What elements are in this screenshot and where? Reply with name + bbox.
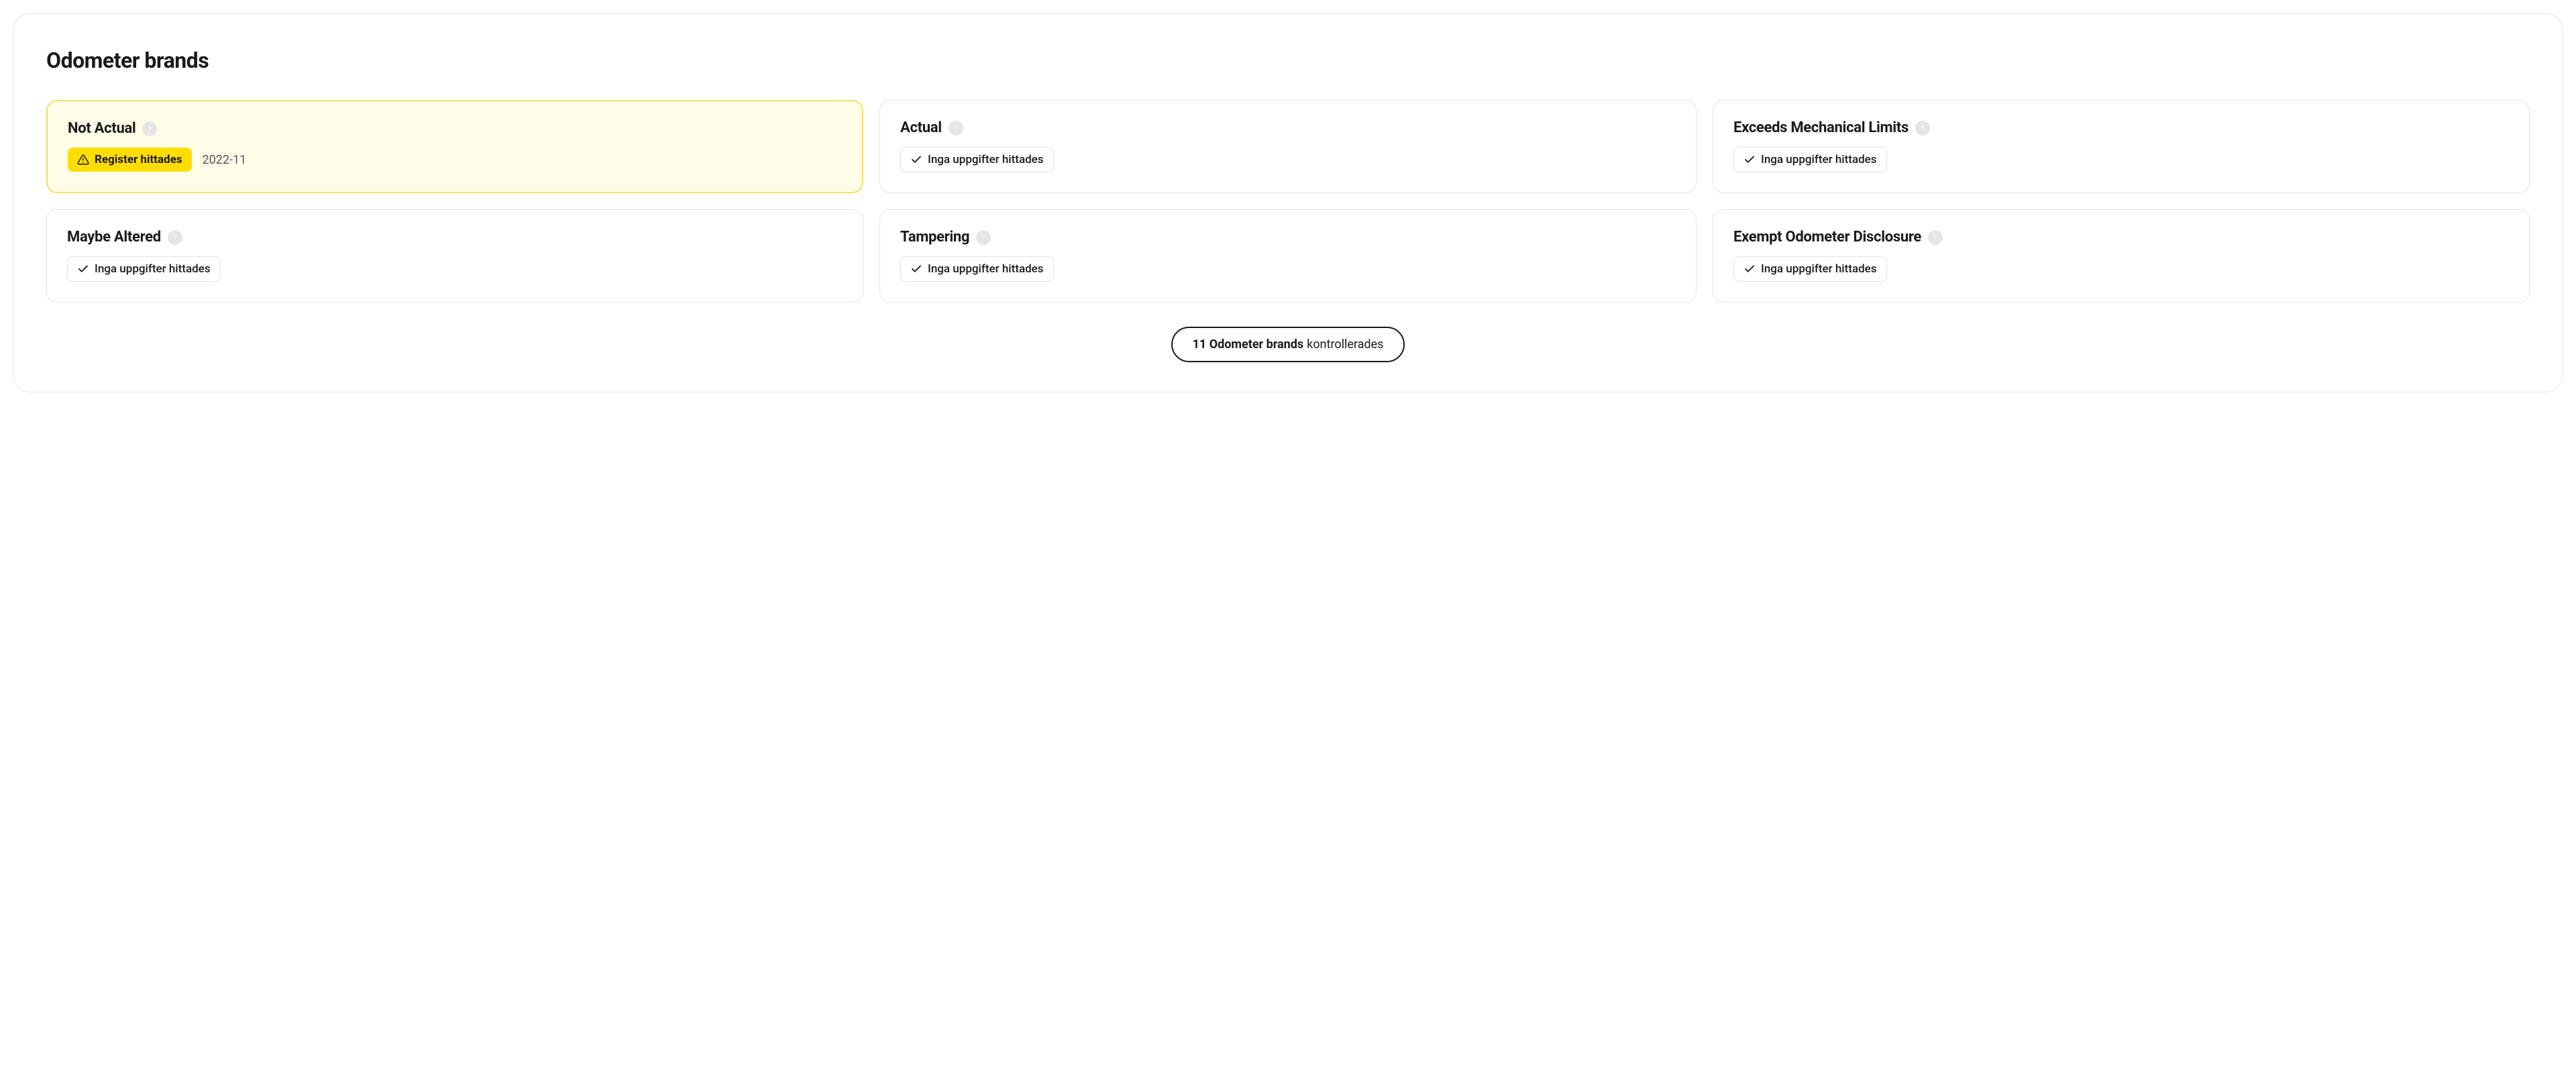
status-badge-warning: Register hittades [68,148,192,172]
card-title: Tampering [900,229,969,246]
card-title-row: Actual [900,119,1676,136]
help-icon[interactable] [168,230,182,245]
brand-card: Tampering Inga uppgifter hittades [879,209,1697,303]
check-icon [910,154,922,166]
odometer-brands-panel: Odometer brands Not Actual Register hitta… [13,13,2563,392]
status-row: Inga uppgifter hittades [900,256,1676,282]
card-title: Exceeds Mechanical Limits [1733,119,1909,136]
badge-text: Inga uppgifter hittades [928,153,1044,166]
section-title: Odometer brands [46,48,2530,73]
summary-pill[interactable]: 11 Odometer brands kontrollerades [1171,327,1405,362]
summary-rest: kontrollerades [1307,337,1383,351]
check-icon [1743,263,1756,275]
status-badge-neutral: Inga uppgifter hittades [900,256,1054,282]
check-icon [910,263,922,275]
status-row: Inga uppgifter hittades [1733,147,2509,172]
check-icon [1743,154,1756,166]
brand-card: Actual Inga uppgifter hittades [879,100,1697,193]
badge-text: Inga uppgifter hittades [1761,262,1877,276]
footer-wrap: 11 Odometer brands kontrollerades [46,327,2530,362]
status-badge-neutral: Inga uppgifter hittades [1733,147,1887,172]
card-title: Exempt Odometer Disclosure [1733,229,1921,246]
summary-count: 11 Odometer brands [1193,337,1304,351]
record-date: 2022-11 [203,153,247,167]
status-row: Inga uppgifter hittades [900,147,1676,172]
brand-card: Exempt Odometer Disclosure Inga uppgifter… [1713,209,2530,303]
card-title-row: Exceeds Mechanical Limits [1733,119,2509,136]
status-row: Register hittades 2022-11 [68,148,842,172]
card-title-row: Exempt Odometer Disclosure [1733,229,2509,246]
help-icon[interactable] [1915,121,1930,136]
brand-card: Maybe Altered Inga uppgifter hittades [46,209,863,303]
status-row: Inga uppgifter hittades [67,256,843,282]
card-title-row: Tampering [900,229,1676,246]
status-badge-neutral: Inga uppgifter hittades [900,147,1054,172]
help-icon[interactable] [1928,230,1943,245]
check-icon [77,263,89,275]
card-title-row: Not Actual [68,120,842,137]
badge-text: Inga uppgifter hittades [1761,153,1877,166]
brand-card: Not Actual Register hittades 2022-11 [46,100,863,193]
badge-text: Register hittades [95,153,182,166]
status-badge-neutral: Inga uppgifter hittades [67,256,221,282]
status-row: Inga uppgifter hittades [1733,256,2509,282]
card-title: Maybe Altered [67,229,161,246]
help-icon[interactable] [142,121,157,136]
badge-text: Inga uppgifter hittades [95,262,211,276]
status-badge-neutral: Inga uppgifter hittades [1733,256,1887,282]
warning-triangle-icon [77,154,89,166]
badge-text: Inga uppgifter hittades [928,262,1044,276]
card-title: Not Actual [68,120,136,137]
card-title: Actual [900,119,942,136]
cards-grid: Not Actual Register hittades 2022-11 Actual… [46,100,2530,303]
help-icon[interactable] [949,121,963,136]
card-title-row: Maybe Altered [67,229,843,246]
help-icon[interactable] [976,230,991,245]
brand-card: Exceeds Mechanical Limits Inga uppgifter … [1713,100,2530,193]
